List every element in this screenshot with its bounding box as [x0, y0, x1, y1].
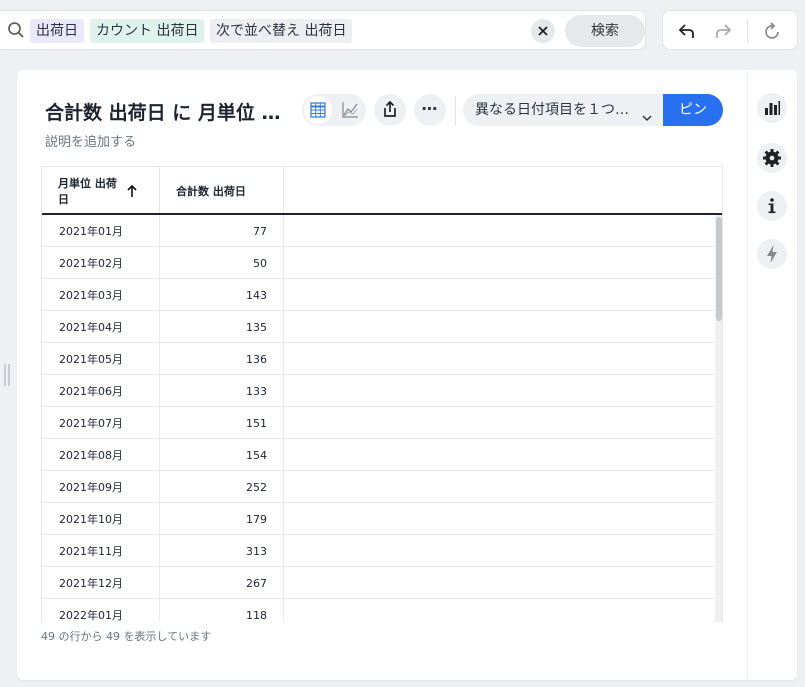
date-field-select[interactable]: 異なる日付項目を１つ… — [463, 94, 663, 126]
search-token-date[interactable]: 出荷日 — [30, 19, 84, 43]
table-row[interactable]: 2021年11月 313 — [42, 535, 714, 567]
gear-icon[interactable] — [757, 143, 787, 173]
cell-month: 2021年12月 — [42, 567, 160, 598]
table-row[interactable]: 2021年12月 267 — [42, 567, 714, 599]
scrollbar-thumb[interactable] — [716, 217, 722, 321]
table-row[interactable]: 2021年05月 136 — [42, 343, 714, 375]
chart-view-button[interactable] — [336, 96, 364, 124]
cell-total: 135 — [160, 311, 284, 342]
cell-month: 2021年10月 — [42, 503, 160, 534]
more-options-button[interactable]: ⋯ — [414, 94, 446, 126]
cell-month: 2021年07月 — [42, 407, 160, 438]
undo-icon[interactable] — [677, 21, 697, 41]
page-title[interactable]: 合計数 出荷日 に 月単位 出荷日 — [45, 98, 295, 125]
cell-month: 2021年05月 — [42, 343, 160, 374]
info-icon[interactable] — [757, 191, 787, 221]
column-header-month-label: 月単位 出荷日 — [58, 177, 117, 206]
cell-total: 77 — [160, 215, 284, 246]
close-icon — [538, 26, 548, 36]
redo-icon[interactable] — [713, 21, 733, 41]
cell-total: 179 — [160, 503, 284, 534]
table-row[interactable]: 2021年10月 179 — [42, 503, 714, 535]
cell-month: 2021年11月 — [42, 535, 160, 566]
share-button[interactable] — [374, 94, 406, 126]
pin-button[interactable]: ピン — [663, 94, 723, 126]
table-row[interactable]: 2022年01月 118 — [42, 599, 714, 622]
toolbar-divider — [747, 19, 748, 43]
table-row[interactable]: 2021年09月 252 — [42, 471, 714, 503]
reset-icon[interactable] — [763, 21, 783, 41]
cell-total: 267 — [160, 567, 284, 598]
table-icon — [310, 102, 326, 118]
cell-total: 313 — [160, 535, 284, 566]
bar-chart-icon[interactable] — [757, 93, 787, 123]
cell-month: 2021年01月 — [42, 215, 160, 246]
date-select-label: 異なる日付項目を１つ… — [475, 102, 629, 118]
cell-month: 2021年06月 — [42, 375, 160, 406]
lightning-icon[interactable] — [757, 239, 787, 269]
table-view-button[interactable] — [304, 96, 332, 124]
cell-total: 133 — [160, 375, 284, 406]
clear-search-button[interactable] — [531, 19, 555, 43]
visualization-toggle — [302, 94, 366, 126]
cell-total: 118 — [160, 599, 284, 622]
cell-month: 2021年04月 — [42, 311, 160, 342]
column-header-month[interactable]: 月単位 出荷日 — [42, 167, 160, 213]
search-token-sort[interactable]: 次で並べ替え 出荷日 — [210, 19, 353, 43]
header-divider — [455, 96, 456, 126]
table-row[interactable]: 2021年04月 135 — [42, 311, 714, 343]
cell-total: 154 — [160, 439, 284, 470]
side-panel-divider — [747, 70, 748, 680]
search-button[interactable]: 検索 — [565, 15, 645, 47]
resize-handle-icon[interactable] — [4, 364, 10, 386]
chevron-down-icon — [641, 104, 653, 122]
table-row[interactable]: 2021年02月 50 — [42, 247, 714, 279]
line-chart-icon — [342, 102, 358, 118]
cell-total: 50 — [160, 247, 284, 278]
cell-month: 2022年01月 — [42, 599, 160, 622]
description-placeholder[interactable]: 説明を追加する — [45, 131, 136, 150]
data-table: 月単位 出荷日 合計数 出荷日 2021年01月 77 2021年02月 50 2021… — [41, 166, 723, 622]
table-row[interactable]: 2021年07月 151 — [42, 407, 714, 439]
cell-month: 2021年02月 — [42, 247, 160, 278]
search-token-count[interactable]: カウント 出荷日 — [90, 19, 205, 43]
cell-month: 2021年08月 — [42, 439, 160, 470]
cell-month: 2021年03月 — [42, 279, 160, 310]
cell-total: 143 — [160, 279, 284, 310]
table-row[interactable]: 2021年03月 143 — [42, 279, 714, 311]
cell-total: 136 — [160, 343, 284, 374]
cell-total: 252 — [160, 471, 284, 502]
share-icon — [384, 100, 396, 117]
cell-total: 151 — [160, 407, 284, 438]
search-bar[interactable]: 出荷日 カウント 出荷日 次で並べ替え 出荷日 検索 — [0, 10, 646, 50]
sort-ascending-icon[interactable] — [126, 184, 138, 198]
table-row[interactable]: 2021年01月 77 — [42, 215, 714, 247]
row-count-status: 49 の行から 49 を表示しています — [41, 630, 212, 643]
table-row[interactable]: 2021年08月 154 — [42, 439, 714, 471]
table-header: 月単位 出荷日 合計数 出荷日 — [42, 167, 722, 215]
table-row[interactable]: 2021年06月 133 — [42, 375, 714, 407]
search-icon — [7, 21, 25, 39]
column-header-total[interactable]: 合計数 出荷日 — [160, 167, 284, 213]
cell-month: 2021年09月 — [42, 471, 160, 502]
history-toolbar — [662, 10, 798, 50]
